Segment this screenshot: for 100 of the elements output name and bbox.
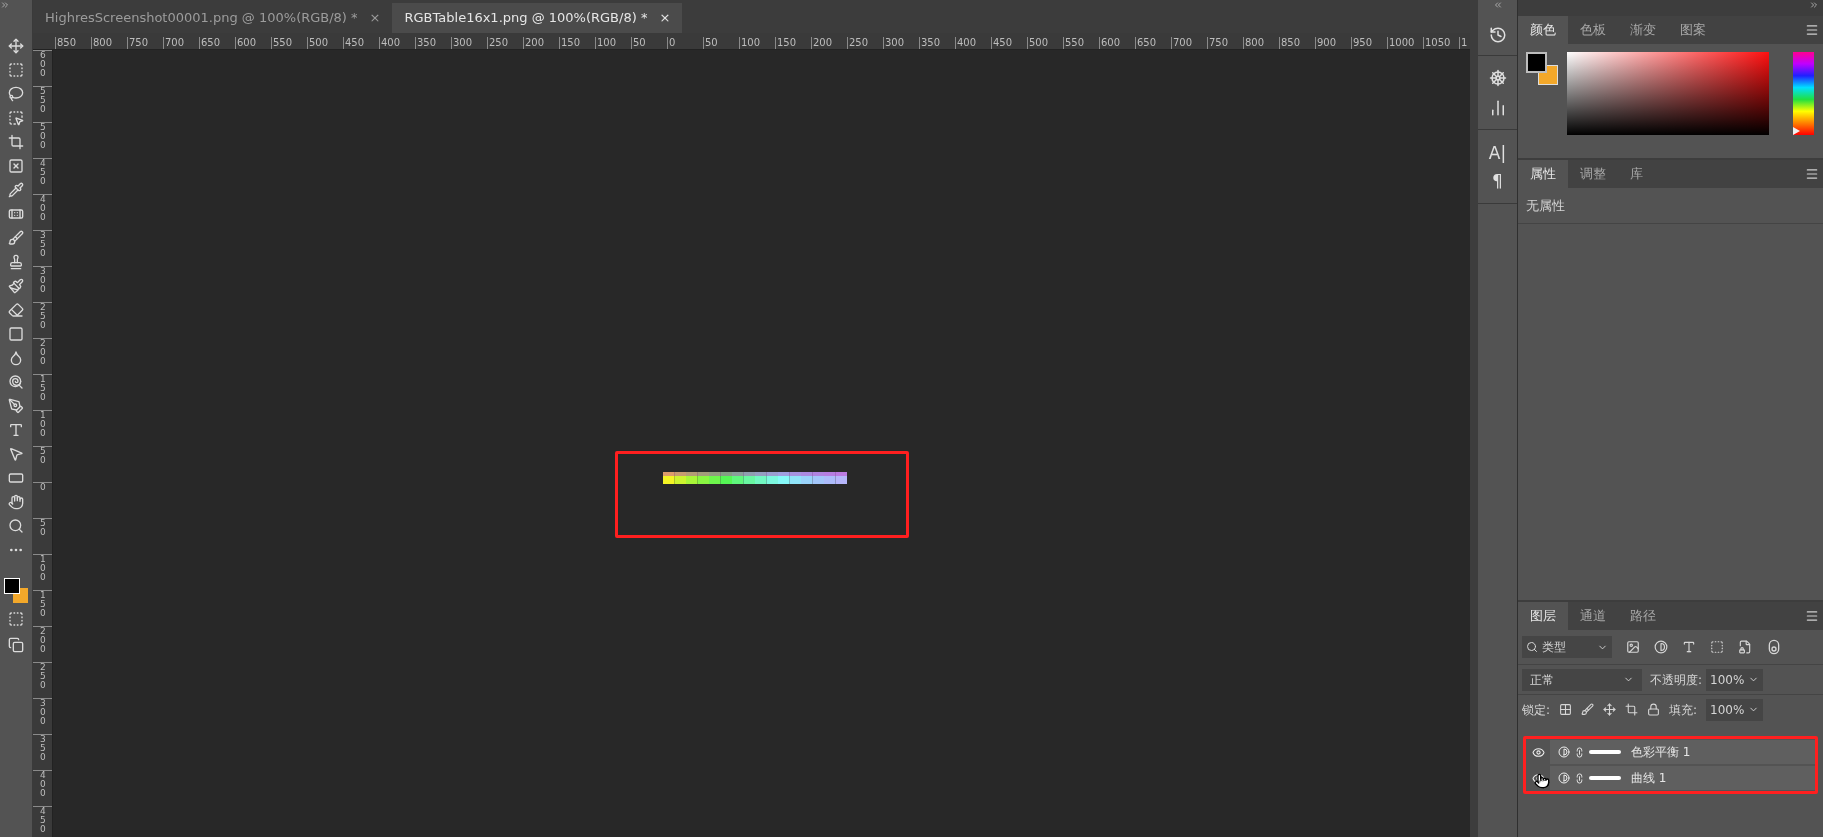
ruler-label: 100 bbox=[40, 411, 46, 438]
lock-all-icon[interactable] bbox=[1647, 703, 1661, 716]
ruler-label: 200 bbox=[40, 339, 46, 366]
ruler-label: 450 bbox=[344, 37, 366, 48]
tab-close-button[interactable]: × bbox=[659, 8, 671, 28]
ruler-label: 250 bbox=[40, 663, 46, 690]
panel-glyph-button[interactable]: A| bbox=[1488, 142, 1507, 163]
image-filter-icon[interactable] bbox=[1626, 640, 1640, 654]
hand-tool-icon[interactable] bbox=[8, 494, 24, 510]
ruler-label: 100 bbox=[40, 555, 46, 582]
ruler-label: 550 bbox=[40, 87, 46, 114]
fill-label: 填充: bbox=[1669, 701, 1698, 719]
pen-tool-icon[interactable] bbox=[8, 398, 24, 414]
panel-tab[interactable]: 图层 bbox=[1518, 602, 1568, 630]
ruler-label: 400 bbox=[40, 771, 46, 798]
ship-wheel-icon[interactable] bbox=[1488, 68, 1507, 87]
lock-pixels-icon[interactable] bbox=[1559, 703, 1573, 716]
link-icon bbox=[1574, 746, 1585, 758]
lock-paint-icon[interactable] bbox=[1581, 703, 1595, 716]
ruler-label: 400 bbox=[956, 37, 978, 48]
panel-tab[interactable]: 颜色 bbox=[1518, 16, 1568, 44]
ruler-label: 150 bbox=[560, 37, 582, 48]
ruler-label: 1 bbox=[1460, 37, 1469, 48]
smart-object-filter-icon[interactable] bbox=[1738, 640, 1752, 654]
lock-artboard-icon[interactable] bbox=[1625, 703, 1639, 716]
color-swatches-icon[interactable] bbox=[1526, 52, 1559, 85]
lasso-tool-icon[interactable] bbox=[8, 86, 24, 102]
panel-menu-icon[interactable] bbox=[1805, 23, 1819, 37]
ruler-label: 300 bbox=[40, 267, 46, 294]
ruler-label: 850 bbox=[56, 37, 78, 48]
crop-tool-icon[interactable] bbox=[8, 134, 24, 150]
ruler-label: 750 bbox=[1208, 37, 1230, 48]
link-icon bbox=[1574, 772, 1585, 784]
ruler-label: 650 bbox=[1136, 37, 1158, 48]
ruler-label: 150 bbox=[776, 37, 798, 48]
ruler-label: 150 bbox=[40, 375, 46, 402]
brush-tool-icon[interactable] bbox=[8, 230, 24, 246]
blend-mode-dropdown[interactable]: 正常 bbox=[1522, 668, 1642, 691]
ruler-label: 1050 bbox=[1424, 37, 1452, 48]
fill-field[interactable]: 100% bbox=[1706, 698, 1764, 721]
select-tool-icon[interactable] bbox=[8, 110, 24, 126]
ruler-label: 450 bbox=[40, 159, 46, 186]
color-swatches-icon[interactable] bbox=[3, 577, 29, 604]
adjustment-filter-icon[interactable] bbox=[1654, 640, 1668, 654]
ruler-label: 50 bbox=[40, 519, 46, 537]
history-icon[interactable] bbox=[1488, 25, 1507, 44]
ruler-label: 800 bbox=[1244, 37, 1266, 48]
ruler-label: 600 bbox=[236, 37, 258, 48]
eraser-tool-icon[interactable] bbox=[8, 302, 24, 318]
ruler-label: 800 bbox=[92, 37, 114, 48]
panel-tab[interactable]: 属性 bbox=[1518, 160, 1568, 188]
ruler-label: 200 bbox=[812, 37, 834, 48]
layer-mask-thumbnail bbox=[1589, 750, 1621, 754]
zoom-tool-icon[interactable] bbox=[8, 518, 24, 534]
history-brush-tool-icon[interactable] bbox=[8, 278, 24, 294]
ruler-label: 450 bbox=[40, 807, 46, 834]
quick-mask-icon[interactable] bbox=[8, 611, 24, 627]
ruler-label: 350 bbox=[416, 37, 438, 48]
ruler-label: 200 bbox=[524, 37, 546, 48]
frame-tool-icon[interactable] bbox=[8, 158, 24, 174]
ruler-label: 350 bbox=[920, 37, 942, 48]
filter-toggle-icon[interactable] bbox=[1766, 639, 1782, 655]
tab-close-button[interactable]: × bbox=[369, 8, 381, 28]
move-tool-icon[interactable] bbox=[8, 38, 24, 54]
document-tab[interactable]: RGBTable16x1.png @ 100%(RGB/8) * × bbox=[392, 3, 683, 33]
layer-filter-dropdown[interactable]: 类型 bbox=[1522, 636, 1612, 658]
adjustment-layer-icon bbox=[1558, 772, 1570, 784]
adjustment-layer-icon bbox=[1558, 746, 1570, 758]
eyedropper-tool-icon[interactable] bbox=[8, 182, 24, 198]
type-filter-icon[interactable] bbox=[1682, 640, 1696, 654]
ruler-label: 950 bbox=[1352, 37, 1374, 48]
panel-menu-icon[interactable] bbox=[1805, 167, 1819, 181]
lock-position-icon[interactable] bbox=[1603, 703, 1617, 716]
ruler-label: 300 bbox=[884, 37, 906, 48]
layer-name: 曲线 1 bbox=[1631, 770, 1667, 787]
shape-filter-icon[interactable] bbox=[1710, 640, 1724, 654]
color-field[interactable] bbox=[1567, 52, 1769, 135]
path-select-tool-icon[interactable] bbox=[8, 446, 24, 462]
layer-row[interactable]: 曲线 1 bbox=[1526, 766, 1815, 790]
ruler-label: 550 bbox=[272, 37, 294, 48]
collapse-icon[interactable] bbox=[1809, 0, 1819, 10]
hue-slider-thumb[interactable] bbox=[1793, 127, 1800, 135]
hue-slider[interactable] bbox=[1793, 52, 1814, 135]
panel-glyph-button[interactable]: ¶ bbox=[1492, 170, 1503, 191]
marquee-tool-icon[interactable] bbox=[8, 62, 24, 78]
bandage-tool-icon[interactable] bbox=[8, 206, 24, 222]
ruler-label: 400 bbox=[380, 37, 402, 48]
ruler-label: 600 bbox=[1100, 37, 1122, 48]
ruler-label: 500 bbox=[40, 123, 46, 150]
ruler-label: 150 bbox=[40, 591, 46, 618]
visibility-icon[interactable] bbox=[1531, 745, 1545, 759]
layer-row[interactable]: 色彩平衡 1 bbox=[1526, 740, 1815, 764]
panel-menu-icon[interactable] bbox=[1805, 609, 1819, 623]
type-tool-icon[interactable] bbox=[8, 422, 24, 438]
stamp-tool-icon[interactable] bbox=[8, 254, 24, 270]
ruler-label: 300 bbox=[40, 699, 46, 726]
ruler-label: 500 bbox=[308, 37, 330, 48]
rectangle-tool-icon[interactable] bbox=[8, 470, 24, 486]
screen-mode-icon[interactable] bbox=[8, 637, 24, 653]
opacity-field[interactable]: 100% bbox=[1706, 668, 1764, 691]
